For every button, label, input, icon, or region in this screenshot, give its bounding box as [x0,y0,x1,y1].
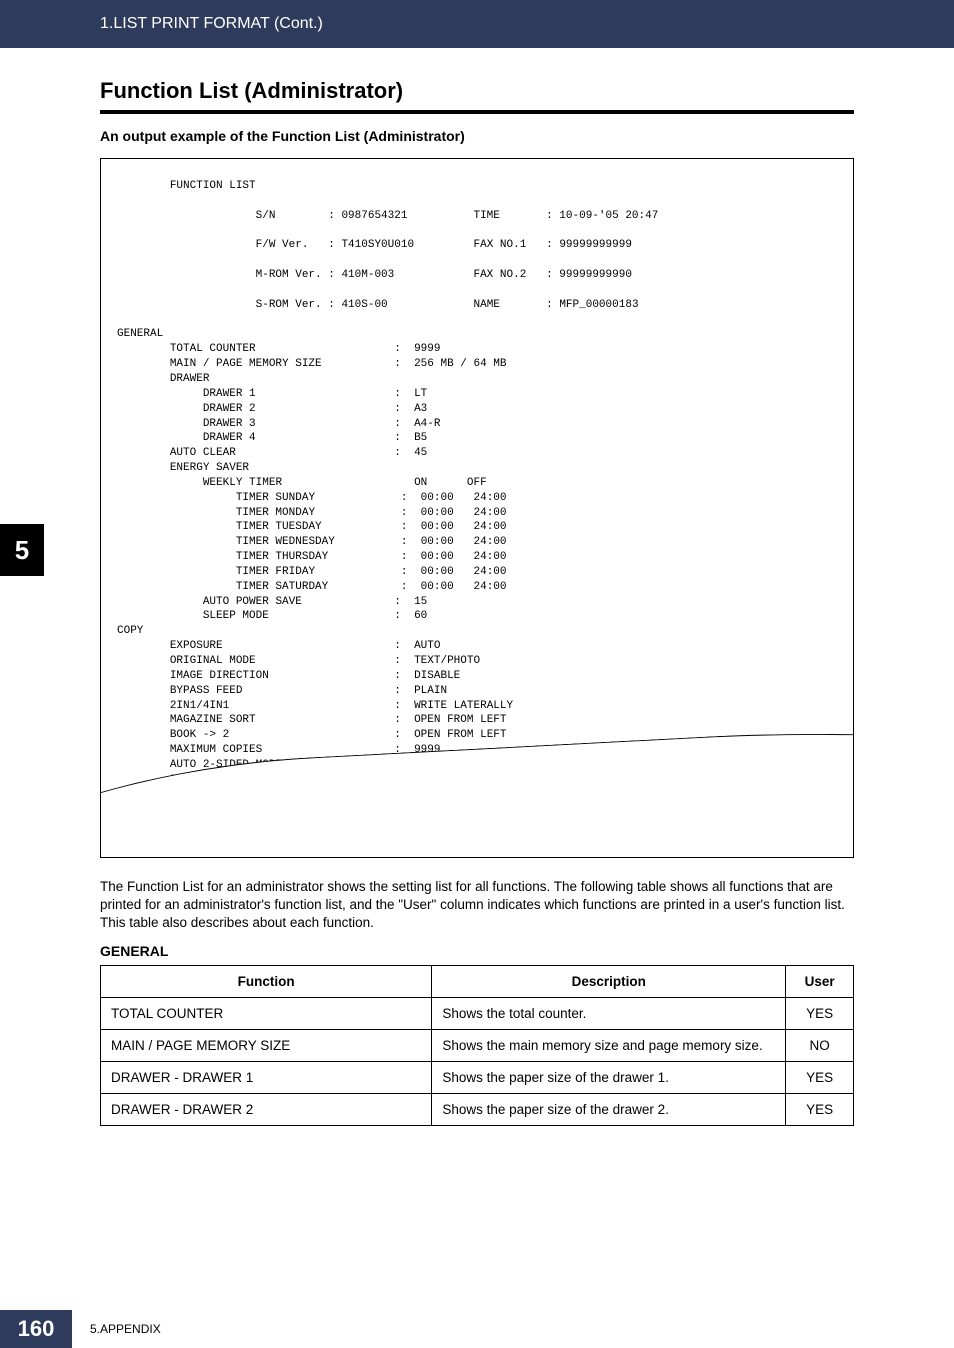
page-number: 160 [18,1316,55,1342]
printout-row: TIMER SUNDAY : 00:00 24:00 [117,492,507,504]
printout-meta-row: S/N : 0987654321 TIME : 10-09-'05 20:47 [117,210,658,222]
printout-row: BOOK -> 2 : OPEN FROM LEFT [117,729,507,741]
table-row: MAIN / PAGE MEMORY SIZE Shows the main m… [101,1029,854,1061]
cell-user: YES [786,1061,854,1093]
th-function: Function [101,965,432,997]
printout-row: TIMER SATURDAY : 00:00 24:00 [117,581,507,593]
content-area: Function List (Administrator) An output … [0,48,954,1126]
printout-meta-row: S-ROM Ver. : 410S-00 NAME : MFP_00000183 [117,299,639,311]
cell-user: YES [786,1093,854,1125]
printout-row: MAIN / PAGE MEMORY SIZE : 256 MB / 64 MB [117,358,506,370]
printout-row: TOTAL COUNTER : 9999 [117,343,440,355]
section-title: Function List (Administrator) [100,78,854,104]
printout-row: 2IN1/4IN1 : WRITE LATERALLY [117,700,513,712]
cell-user: NO [786,1029,854,1061]
printout-row: AUTO CLEAR : 45 [117,447,427,459]
printout-general-label: GENERAL [117,328,163,340]
side-tab: 5 [0,524,44,576]
table-row: TOTAL COUNTER Shows the total counter. Y… [101,997,854,1029]
table-section-label: GENERAL [100,943,854,959]
printout-row: DRAWER [117,373,209,385]
footer-text: 5.APPENDIX [90,1322,161,1336]
printout-row: WEEKLY TIMER ON OFF [117,477,487,489]
cell-description: Shows the paper size of the drawer 1. [432,1061,786,1093]
printout-copy-label: COPY [117,625,143,637]
printout-row: SLEEP MODE : 60 [117,610,427,622]
th-description: Description [432,965,786,997]
header-band: 1.LIST PRINT FORMAT (Cont.) [0,0,954,48]
printout-row: BYPASS FEED : PLAIN [117,685,447,697]
page-number-box: 160 [0,1310,72,1348]
printout-row: DRAWER 1 : LT [117,388,427,400]
cell-function: DRAWER - DRAWER 2 [101,1093,432,1125]
printout-row: TIMER FRIDAY : 00:00 24:00 [117,566,507,578]
printout-meta-row: F/W Ver. : T410SY0U010 FAX NO.1 : 999999… [117,239,632,251]
side-tab-number: 5 [15,535,29,566]
printout-box: FUNCTION LIST S/N : 0987654321 TIME : 10… [100,158,854,858]
table-row: DRAWER - DRAWER 2 Shows the paper size o… [101,1093,854,1125]
printout-row: TIMER TUESDAY : 00:00 24:00 [117,521,507,533]
printout-row: DRAWER 3 : A4-R [117,418,440,430]
cell-user: YES [786,997,854,1029]
printout-row: TIMER WEDNESDAY : 00:00 24:00 [117,536,507,548]
table-header-row: Function Description User [101,965,854,997]
printout-row: DRAWER 2 : A3 [117,403,427,415]
cell-function: TOTAL COUNTER [101,997,432,1029]
printout-row: EXPOSURE : AUTO [117,640,440,652]
function-table: Function Description User TOTAL COUNTER … [100,965,854,1126]
header-band-text: 1.LIST PRINT FORMAT (Cont.) [100,15,323,33]
printout-row: MAGAZINE SORT : OPEN FROM LEFT [117,714,507,726]
printout-meta-row: M-ROM Ver. : 410M-003 FAX NO.2 : 9999999… [117,269,632,281]
printout-row: ENERGY SAVER [117,462,249,474]
section-rule [100,110,854,114]
printout-row: TIMER MONDAY : 00:00 24:00 [117,507,507,519]
footer: 160 5.APPENDIX [0,1310,161,1348]
body-paragraph: The Function List for an administrator s… [100,878,854,933]
printout-row: DRAWER 4 : B5 [117,432,427,444]
printout-row: AUTO POWER SAVE : 15 [117,596,427,608]
printout-row: IMAGE DIRECTION : DISABLE [117,670,460,682]
printout-row: ORIGINAL MODE : TEXT/PHOTO [117,655,480,667]
printout-row: TIMER THURSDAY : 00:00 24:00 [117,551,507,563]
cell-description: Shows the total counter. [432,997,786,1029]
cell-function: MAIN / PAGE MEMORY SIZE [101,1029,432,1061]
cell-description: Shows the main memory size and page memo… [432,1029,786,1061]
printout-title: FUNCTION LIST [117,180,256,192]
th-user: User [786,965,854,997]
cell-function: DRAWER - DRAWER 1 [101,1061,432,1093]
section-subtitle: An output example of the Function List (… [100,128,854,144]
table-row: DRAWER - DRAWER 1 Shows the paper size o… [101,1061,854,1093]
cell-description: Shows the paper size of the drawer 2. [432,1093,786,1125]
